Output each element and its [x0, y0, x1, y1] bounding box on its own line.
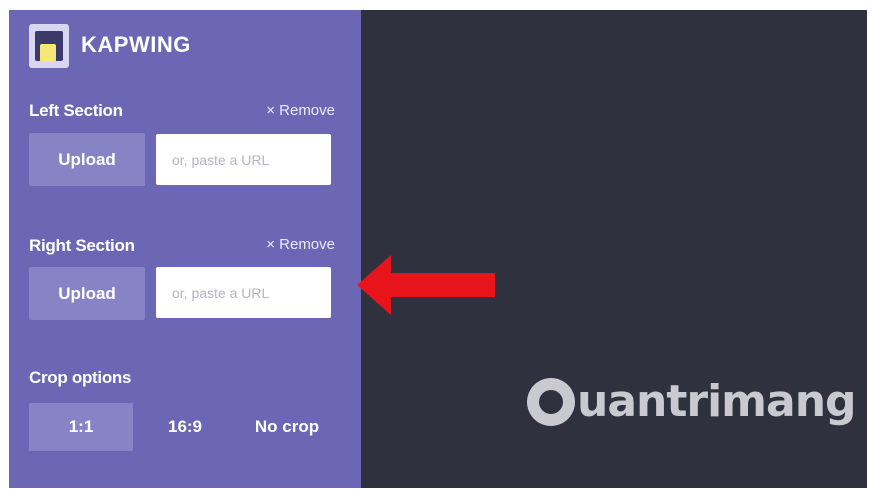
red-arrow-annotation	[357, 255, 495, 315]
left-remove-label: Remove	[279, 102, 335, 119]
kapwing-logo-icon	[29, 24, 69, 68]
logo-cat-body	[40, 44, 56, 62]
left-remove-button[interactable]: × Remove	[266, 102, 335, 119]
watermark-logo-icon	[527, 377, 575, 426]
left-url-input[interactable]	[156, 134, 331, 185]
left-section-title: Left Section	[29, 101, 123, 120]
crop-option-no-crop[interactable]: No crop	[245, 403, 329, 451]
right-remove-label: Remove	[279, 236, 335, 253]
crop-options-title: Crop options	[29, 368, 132, 387]
watermark: uantrimang	[527, 376, 857, 427]
close-icon: ×	[266, 236, 275, 253]
right-url-input[interactable]	[156, 267, 331, 318]
left-upload-button[interactable]: Upload	[29, 133, 145, 186]
app-frame: KAPWING Left Section × Remove Upload Rig…	[9, 10, 867, 488]
crop-option-1-1[interactable]: 1:1	[29, 403, 133, 451]
sidebar: KAPWING Left Section × Remove Upload Rig…	[9, 10, 361, 488]
right-section-title: Right Section	[29, 236, 135, 255]
crop-option-16-9[interactable]: 16:9	[157, 403, 213, 451]
right-remove-button[interactable]: × Remove	[266, 236, 335, 253]
close-icon: ×	[266, 102, 275, 119]
right-upload-button[interactable]: Upload	[29, 267, 145, 320]
watermark-text: uantrimang	[577, 376, 857, 427]
brand-name: KAPWING	[81, 32, 191, 57]
